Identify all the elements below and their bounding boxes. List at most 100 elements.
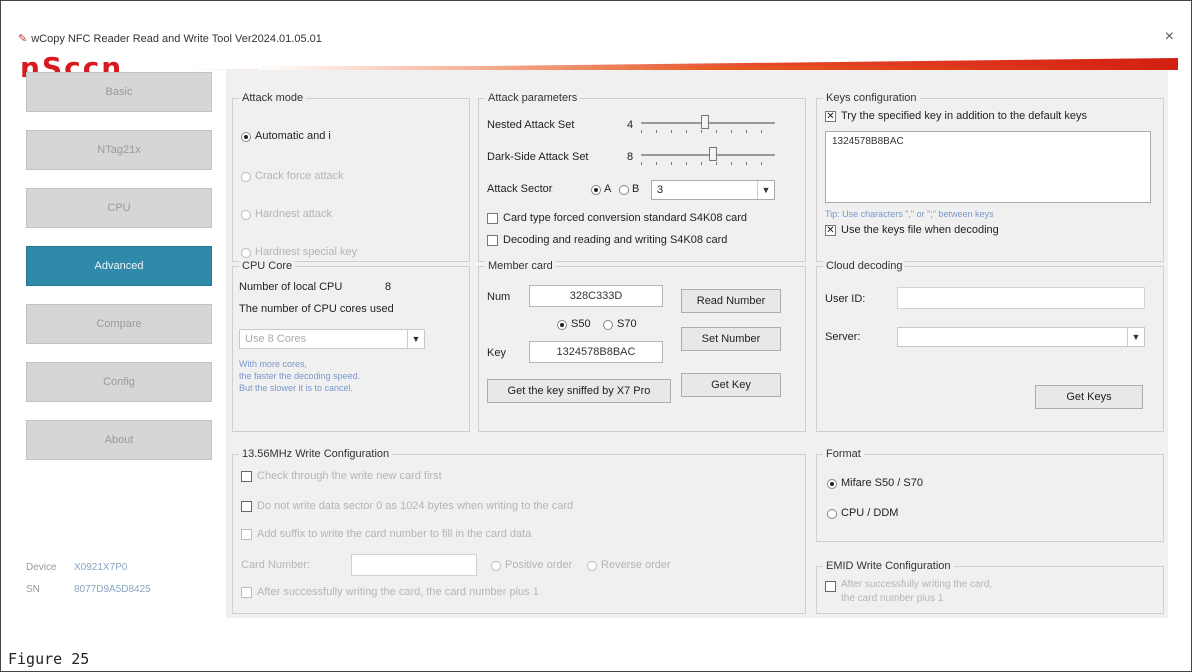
key-input[interactable]: 1324578B8BAC — [529, 341, 663, 363]
sidebar-item-compare[interactable]: Compare — [26, 304, 212, 344]
s70-label: S70 — [617, 318, 637, 330]
server-label: Server: — [825, 331, 861, 343]
attack-sector-select[interactable]: 3 ▼ — [651, 180, 775, 200]
sidebar-item-basic[interactable]: Basic — [26, 72, 212, 112]
attack-mode-title: Attack mode — [239, 92, 307, 104]
emid-config-group: EMID Write Configuration After successfu… — [816, 560, 1164, 614]
add-suffix-label: Add suffix to write the card number to f… — [257, 528, 532, 540]
nested-attack-slider[interactable] — [641, 113, 775, 135]
try-specified-key-checkbox[interactable]: ✕ — [825, 111, 836, 122]
write-config-group: 13.56MHz Write Configuration Check throu… — [232, 448, 806, 614]
try-specified-key-label: Try the specified key in addition to the… — [841, 110, 1088, 122]
s4k08-decoding-label: Decoding and reading and writing S4K08 c… — [503, 234, 728, 246]
sn-label: SN — [26, 584, 40, 595]
s70-radio[interactable] — [603, 320, 613, 330]
format-mifare-label: Mifare S50 / S70 — [841, 477, 923, 489]
s4k08-decoding-checkbox[interactable] — [487, 235, 498, 246]
get-keys-button[interactable]: Get Keys — [1035, 385, 1143, 409]
attack-sector-label: Attack Sector — [487, 183, 553, 195]
cpu-hint-2: the faster the decoding speed. — [239, 371, 361, 381]
attack-mode-radio-special[interactable] — [241, 248, 251, 258]
keys-config-title: Keys configuration — [823, 92, 920, 104]
add-suffix-checkbox[interactable] — [241, 529, 252, 540]
sidebar-item-cpu[interactable]: CPU — [26, 188, 212, 228]
cpu-cores-value: Use 8 Cores — [245, 333, 307, 345]
reverse-order-label: Reverse order — [601, 559, 671, 571]
sector-radio-b[interactable] — [619, 185, 629, 195]
sidebar-item-config[interactable]: Config — [26, 362, 212, 402]
attack-mode-radio-auto[interactable] — [241, 132, 251, 142]
server-select[interactable]: ▼ — [897, 327, 1145, 347]
sidebar-item-advanced[interactable]: Advanced — [26, 246, 212, 286]
cloud-decoding-title: Cloud decoding — [823, 260, 906, 272]
emid-config-title: EMID Write Configuration — [823, 560, 954, 572]
device-value: X0921X7P0 — [74, 562, 128, 573]
card-number-label: Card Number: — [241, 559, 311, 571]
plus-one-checkbox[interactable] — [241, 587, 252, 598]
format-cpu-label: CPU / DDM — [841, 507, 899, 519]
title-bar: ✎ wCopy NFC Reader Read and Write Tool Ve… — [8, 20, 1184, 52]
positive-order-radio[interactable] — [491, 561, 501, 571]
local-cpu-value: 8 — [385, 281, 392, 293]
window-title-text: wCopy NFC Reader Read and Write Tool Ver… — [31, 33, 322, 45]
forced-conversion-checkbox[interactable] — [487, 213, 498, 224]
close-icon[interactable]: × — [1165, 28, 1174, 46]
attack-sector-value: 3 — [657, 184, 664, 196]
s50-radio[interactable] — [557, 320, 567, 330]
check-write-label: Check through the write new card first — [257, 470, 442, 482]
nested-attack-label: Nested Attack Set — [487, 119, 575, 131]
use-keys-file-checkbox[interactable]: ✕ — [825, 225, 836, 236]
darkside-attack-slider[interactable] — [641, 145, 775, 167]
attack-mode-label-auto: Automatic and i — [255, 130, 331, 142]
format-group: Format Mifare S50 / S70 CPU / DDM — [816, 448, 1164, 542]
attack-mode-label-crack: Crack force attack — [255, 170, 344, 182]
format-mifare-radio[interactable] — [827, 479, 837, 489]
attack-mode-label-hardnest: Hardnest attack — [255, 208, 333, 220]
sn-value: 8077D9A5D8425 — [74, 584, 151, 595]
num-label: Num — [487, 291, 511, 303]
format-title: Format — [823, 448, 864, 460]
attack-mode-radio-hardnest[interactable] — [241, 210, 251, 220]
figure-caption: Figure 25 — [8, 650, 90, 668]
plus-one-label: After successfully writing the card, the… — [257, 586, 539, 598]
sector-radio-a[interactable] — [591, 185, 601, 195]
attack-mode-radio-crack[interactable] — [241, 172, 251, 182]
attack-params-title: Attack parameters — [485, 92, 581, 104]
member-card-group: Member card Num 328C333D S50 S70 Key 132… — [478, 260, 806, 432]
sector-label-b: B — [632, 183, 640, 195]
cpu-cores-select[interactable]: Use 8 Cores ▼ — [239, 329, 425, 349]
sidebar-item-about[interactable]: About — [26, 420, 212, 460]
get-key-button[interactable]: Get Key — [681, 373, 781, 397]
format-cpu-radio[interactable] — [827, 509, 837, 519]
s50-label: S50 — [571, 318, 591, 330]
cpu-hint-1: With more cores, — [239, 359, 308, 369]
reverse-order-radio[interactable] — [587, 561, 597, 571]
card-number-input[interactable] — [351, 554, 477, 576]
cpu-used-label: The number of CPU cores used — [239, 303, 394, 315]
sidebar-item-ntag21x[interactable]: NTag21x — [26, 130, 212, 170]
cpu-hint-3: But the slower it is to cancel. — [239, 383, 354, 393]
sidebar: Basic NTag21x CPU Advanced Compare Confi… — [26, 72, 214, 612]
no-sector0-checkbox[interactable] — [241, 501, 252, 512]
device-info: Device X0921X7P0 — [26, 562, 127, 573]
keys-textarea[interactable]: 1324578B8BAC — [825, 131, 1151, 203]
darkside-attack-value: 8 — [627, 151, 634, 163]
read-number-button[interactable]: Read Number — [681, 289, 781, 313]
attack-params-group: Attack parameters Nested Attack Set 4 Da… — [478, 92, 806, 262]
app-icon: ✎ — [18, 33, 28, 45]
cpu-core-group: CPU Core Number of local CPU 8 The numbe… — [232, 260, 470, 432]
attack-mode-group: Attack mode Automatic and i Crack force … — [232, 92, 470, 262]
set-number-button[interactable]: Set Number — [681, 327, 781, 351]
keys-tip: Tip: Use characters "," or ";" between k… — [825, 209, 994, 219]
user-id-input[interactable] — [897, 287, 1145, 309]
num-input[interactable]: 328C333D — [529, 285, 663, 307]
member-card-title: Member card — [485, 260, 556, 272]
positive-order-label: Positive order — [505, 559, 573, 571]
get-key-x7-button[interactable]: Get the key sniffed by X7 Pro — [487, 379, 671, 403]
emid-plus-one-checkbox[interactable] — [825, 581, 836, 592]
cloud-decoding-group: Cloud decoding User ID: Server: ▼ Get Ke… — [816, 260, 1164, 432]
check-write-checkbox[interactable] — [241, 471, 252, 482]
local-cpu-label: Number of local CPU — [239, 281, 343, 293]
write-config-title: 13.56MHz Write Configuration — [239, 448, 393, 460]
forced-conversion-label: Card type forced conversion standard S4K… — [503, 212, 747, 224]
